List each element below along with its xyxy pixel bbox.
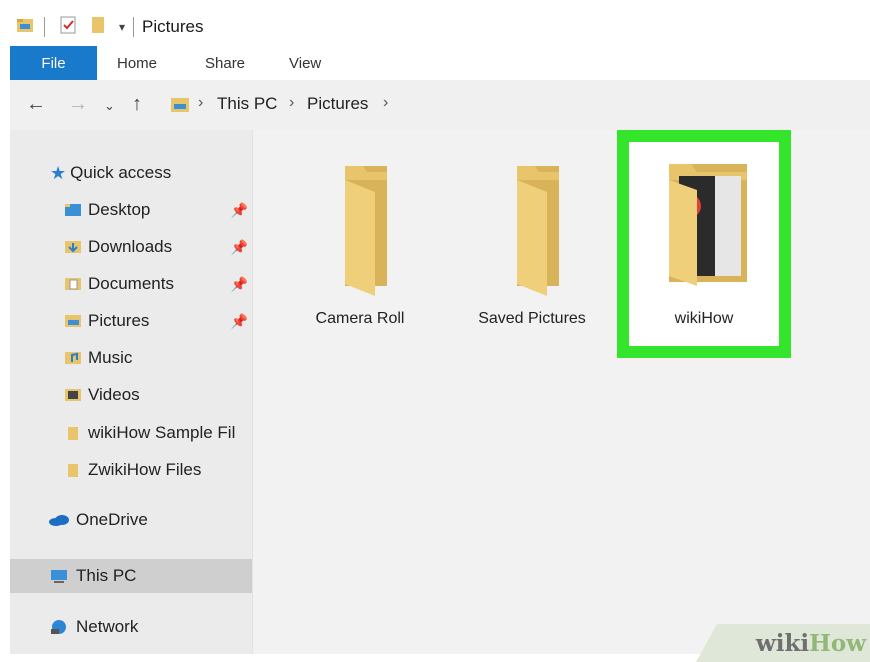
pin-icon[interactable]: 📌: [231, 313, 248, 330]
breadcrumb-pictures[interactable]: Pictures: [307, 94, 368, 114]
sidebar-item-wikihow-sample-files[interactable]: wikiHow Sample Fil: [10, 416, 252, 450]
recent-locations-chevron-icon[interactable]: ⌄: [104, 98, 115, 114]
wikihow-watermark: wiki How: [696, 624, 870, 662]
sidebar-item-desktop[interactable]: Desktop 📌: [10, 193, 252, 227]
network-icon: [48, 619, 70, 635]
title-bar: ▾ Pictures: [10, 8, 870, 46]
sidebar-item-label: ZwikiHow Files: [88, 460, 202, 479]
sidebar-item-label: Pictures: [88, 311, 150, 330]
sidebar-item-label: This PC: [76, 566, 137, 585]
breadcrumb-separator-icon: ›: [289, 94, 295, 111]
file-explorer-window: ▾ Pictures File Home Share View ← → ⌄ ↑ …: [10, 8, 870, 654]
sidebar-item-quick-access[interactable]: ★ Quick access: [10, 156, 252, 190]
sidebar-item-label: Documents: [88, 274, 174, 293]
sidebar-item-label: Quick access: [70, 163, 172, 182]
pictures-location-icon: [170, 96, 192, 119]
breadcrumb-this-pc[interactable]: This PC: [217, 94, 277, 114]
address-bar: ← → ⌄ ↑ › This PC › Pictures ›: [10, 80, 870, 131]
downloads-icon: [64, 239, 82, 255]
tab-file[interactable]: File: [10, 46, 97, 80]
sidebar-item-downloads[interactable]: Downloads 📌: [10, 230, 252, 264]
forward-arrow-icon[interactable]: →: [68, 93, 88, 116]
sidebar-item-videos[interactable]: Videos: [10, 378, 252, 412]
sidebar-item-pictures[interactable]: Pictures 📌: [10, 304, 252, 338]
sidebar-item-label: OneDrive: [76, 510, 148, 529]
new-folder-icon[interactable]: [91, 15, 105, 40]
file-list: Camera Roll Saved Pictures wikiHow: [253, 130, 870, 654]
sidebar-item-label: Downloads: [88, 237, 173, 256]
folder-icon: [345, 166, 387, 296]
folder-icon: [64, 425, 82, 441]
folder-camera-roll[interactable]: Camera Roll: [285, 150, 435, 340]
pictures-icon: [64, 313, 82, 329]
sidebar-item-zwikihow-files[interactable]: ZwikiHow Files: [10, 453, 252, 487]
folder-saved-pictures[interactable]: Saved Pictures: [457, 150, 607, 340]
watermark-how: How: [809, 629, 866, 657]
desktop-icon: [64, 202, 82, 218]
sidebar-item-label: wikiHow Sample Fil: [88, 423, 236, 442]
folder-icon: [64, 462, 82, 478]
titlebar-separator: [133, 17, 135, 37]
folder-preview-icon: [669, 164, 747, 286]
breadcrumb-separator-icon[interactable]: ›: [383, 94, 388, 112]
folder-label: wikiHow: [674, 310, 734, 327]
star-icon: ★: [50, 162, 67, 183]
sidebar-item-this-pc[interactable]: This PC: [10, 559, 252, 593]
music-icon: [64, 350, 82, 366]
properties-icon[interactable]: [59, 15, 77, 40]
chevron-down-icon[interactable]: ▾: [119, 20, 125, 34]
sidebar-item-documents[interactable]: Documents 📌: [10, 267, 252, 301]
breadcrumb-separator-icon: ›: [198, 94, 204, 111]
sidebar-item-onedrive[interactable]: OneDrive: [10, 503, 252, 537]
folder-wikihow[interactable]: wikiHow: [617, 130, 791, 358]
folder-label: Saved Pictures: [478, 310, 586, 327]
pin-icon[interactable]: 📌: [231, 276, 248, 293]
up-arrow-icon[interactable]: ↑: [132, 93, 142, 116]
watermark-wiki: wiki: [755, 629, 810, 657]
sidebar-item-label: Music: [88, 348, 133, 367]
navigation-pane: ★ Quick access Desktop 📌 Downloads 📌 Doc…: [10, 130, 253, 654]
titlebar-separator: [44, 17, 45, 37]
computer-icon: [48, 568, 70, 584]
cloud-icon: [48, 512, 70, 528]
window-title: Pictures: [142, 17, 204, 36]
explorer-icon[interactable]: [16, 16, 36, 39]
folder-icon: [517, 166, 559, 296]
sidebar-item-label: Network: [76, 617, 139, 636]
sidebar-item-music[interactable]: Music: [10, 341, 252, 375]
back-arrow-icon[interactable]: ←: [26, 93, 46, 116]
ribbon: File Home Share View: [10, 46, 870, 81]
pin-icon[interactable]: 📌: [231, 202, 248, 219]
documents-icon: [64, 276, 82, 292]
tab-home[interactable]: Home: [117, 46, 157, 80]
tab-view[interactable]: View: [289, 46, 321, 80]
tab-share[interactable]: Share: [205, 46, 245, 80]
pin-icon[interactable]: 📌: [231, 239, 248, 256]
sidebar-item-label: Videos: [88, 385, 140, 404]
sidebar-item-label: Desktop: [88, 200, 151, 219]
sidebar-item-network[interactable]: Network: [10, 610, 252, 644]
folder-label: Camera Roll: [315, 310, 405, 327]
videos-icon: [64, 387, 82, 403]
